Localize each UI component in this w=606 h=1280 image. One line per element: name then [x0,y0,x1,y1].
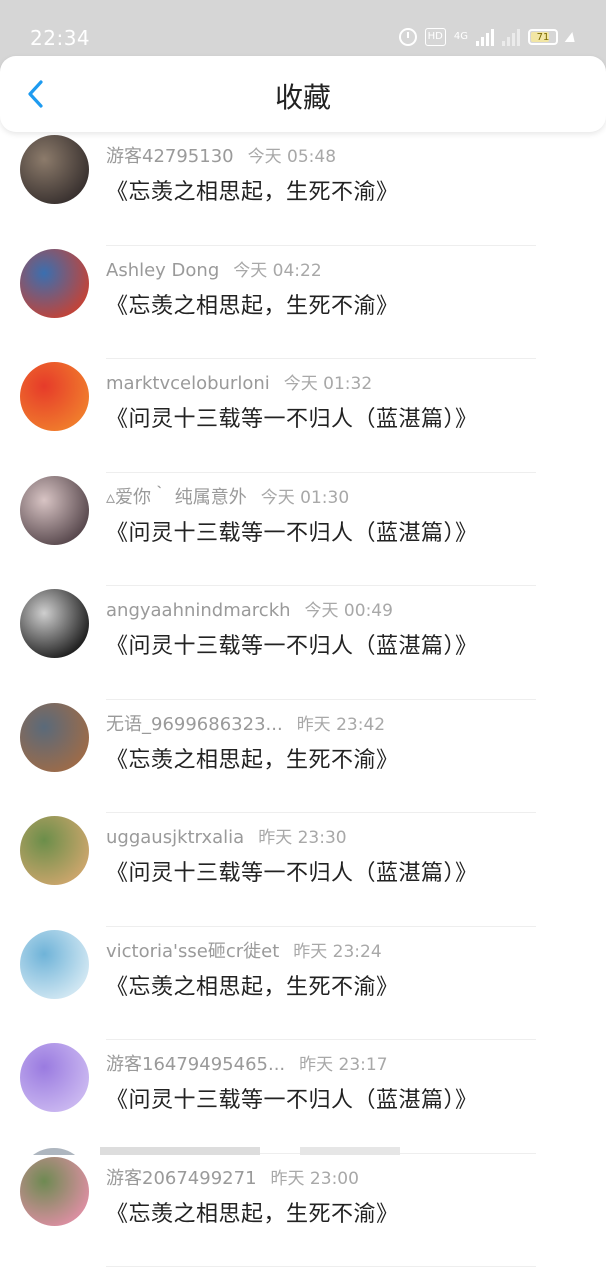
favorite-title[interactable]: 《问灵十三载等一不归人（蓝湛篇）》 [106,401,478,433]
timestamp: 昨天 23:17 [299,1055,388,1075]
username[interactable]: angyaahnindmarckh [106,600,291,621]
favorite-title[interactable]: 《问灵十三载等一不归人（蓝湛篇）》 [106,855,478,887]
avatar[interactable] [20,589,89,658]
favorite-title[interactable]: 《忘羡之相思起，生死不渝》 [106,742,399,774]
avatar[interactable] [20,248,89,318]
username[interactable]: uggausjktrxalia [106,827,244,848]
item-meta: uggausjktrxalia 昨天 23:30 [106,823,347,848]
favorite-title[interactable]: 《忘羡之相思起，生死不渝》 [106,969,399,1001]
timestamp: 今天 01:32 [283,374,373,394]
list-item[interactable]: angyaahnindmarckh 今天 00:49 《问灵十三载等一不归人（蓝湛篇… [0,586,606,700]
username[interactable]: 游客42795130 [106,146,234,167]
favorite-title[interactable]: 《问灵十三载等一不归人（蓝湛篇）》 [106,1082,478,1114]
avatar[interactable] [20,929,89,999]
header: 收藏 [0,56,606,132]
list-item[interactable]: victoria'sse砸cr徙et 昨天 23:24 《忘羡之相思起，生死不渝》 [0,927,606,1040]
item-meta: 游客2067499271 昨天 23:00 [106,1164,359,1190]
timestamp: 今天 00:49 [304,601,393,621]
avatar[interactable] [20,1043,89,1112]
timestamp: 今天 05:48 [247,147,337,167]
item-meta: 游客16479495465... 昨天 23:17 [106,1050,388,1076]
hd-icon: HD [424,28,446,46]
battery-level: 71 [536,31,550,43]
item-meta: 游客42795130 今天 05:48 [106,142,336,168]
page-title: 收藏 [274,81,331,114]
list-item[interactable]: Ashley Dong 今天 04:22 《忘羡之相思起，生死不渝》 [0,246,606,359]
avatar[interactable] [20,1156,89,1226]
network-type-icon: 4G [453,31,468,42]
divider [106,1266,536,1267]
item-meta: Ashley Dong 今天 04:22 [106,256,322,281]
username[interactable]: ▵爱你｀ 纯属意外 [106,487,247,508]
avatar[interactable] [20,475,89,545]
signal-secondary-icon [502,28,520,46]
timestamp: 昨天 23:30 [258,828,347,848]
username[interactable]: Ashley Dong [106,260,219,281]
item-meta: angyaahnindmarckh 今天 00:49 [106,596,393,621]
avatar[interactable] [20,702,89,772]
timestamp: 今天 01:30 [260,487,350,508]
favorite-title[interactable]: 《忘羡之相思起，生死不渝》 [106,288,399,320]
status-time: 22:34 [30,26,91,50]
item-meta: marktvceloburloni 今天 01:32 [106,369,372,394]
list-item[interactable]: 游客2067499271 昨天 23:00 《忘羡之相思起，生死不渝》 [0,1154,606,1267]
battery-icon: 71 [528,29,558,45]
username[interactable]: 游客16479495465... [106,1054,285,1075]
timestamp: 昨天 23:00 [270,1168,359,1189]
timestamp: 今天 04:22 [233,260,322,281]
list-item-partial [0,1135,606,1218]
alarm-icon [398,28,417,46]
favorite-title[interactable]: 《忘羡之相思起，生死不渝》 [106,1196,399,1228]
item-meta: victoria'sse砸cr徙et 昨天 23:24 [106,937,382,963]
item-meta: ▵爱你｀ 纯属意外 今天 01:30 [106,483,349,509]
timestamp: 昨天 23:42 [296,714,386,735]
favorites-list: 游客42795130 今天 05:48 《忘羡之相思起，生死不渝》 Ashley Do… [0,132,606,1267]
avatar[interactable] [20,816,89,885]
signal-icon [476,28,494,46]
list-item[interactable]: uggausjktrxalia 昨天 23:30 《问灵十三载等一不归人（蓝湛篇）》 [0,813,606,927]
partial-row-hint [19,1147,400,1218]
list-item[interactable]: marktvceloburloni 今天 01:32 《问灵十三载等一不归人（蓝湛篇… [0,359,606,473]
list-item[interactable]: 游客42795130 今天 05:48 《忘羡之相思起，生死不渝》 [0,132,606,246]
favorite-title[interactable]: 《忘羡之相思起，生死不渝》 [106,174,399,206]
username[interactable]: marktvceloburloni [106,373,270,394]
avatar[interactable] [20,135,89,204]
charging-icon [564,32,578,42]
list-item[interactable]: 无语_9699686323... 昨天 23:42 《忘羡之相思起，生死不渝》 [0,700,606,813]
avatar[interactable] [20,362,89,431]
favorite-title[interactable]: 《问灵十三载等一不归人（蓝湛篇）》 [106,515,478,547]
item-meta: 无语_9699686323... 昨天 23:42 [106,710,385,736]
list-item[interactable]: ▵爱你｀ 纯属意外 今天 01:30 《问灵十三载等一不归人（蓝湛篇）》 [0,473,606,586]
timestamp: 昨天 23:24 [293,941,382,962]
favorite-title[interactable]: 《问灵十三载等一不归人（蓝湛篇）》 [106,628,478,660]
username[interactable]: 游客2067499271 [106,1168,257,1189]
status-icons: HD 4G 71 [398,26,578,48]
username[interactable]: 无语_9699686323... [106,714,283,735]
username[interactable]: victoria'sse砸cr徙et [106,941,279,962]
